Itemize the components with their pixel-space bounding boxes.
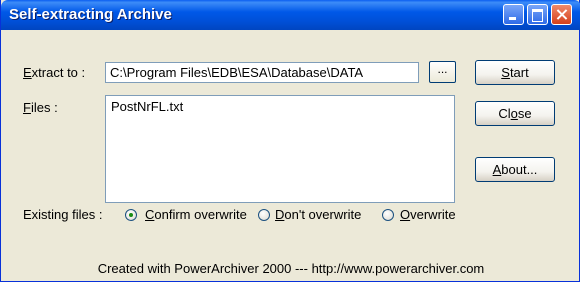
- browse-ellipsis-icon: ...: [437, 62, 448, 76]
- confirm-overwrite-label[interactable]: Confirm overwrite: [145, 207, 247, 222]
- close-window-button[interactable]: [551, 4, 572, 25]
- overwrite-radio[interactable]: [382, 209, 394, 221]
- about-button[interactable]: About...: [475, 157, 555, 182]
- title-bar[interactable]: Self-extracting Archive: [1, 0, 580, 30]
- overwrite-label[interactable]: Overwrite: [400, 207, 456, 222]
- close-button[interactable]: Close: [475, 101, 555, 126]
- list-item[interactable]: PostNrFL.txt: [111, 99, 449, 114]
- dont-overwrite-label[interactable]: Don't overwrite: [275, 207, 361, 222]
- minimize-button[interactable]: [503, 4, 524, 25]
- confirm-overwrite-radio[interactable]: [125, 209, 137, 221]
- window-title: Self-extracting Archive: [9, 6, 172, 23]
- maximize-button[interactable]: [527, 4, 548, 25]
- extract-path-field[interactable]: C:\Program Files\EDB\ESA\Database\DATA: [105, 62, 419, 83]
- self-extracting-archive-window: Self-extracting Archive Extract to : C:\…: [0, 0, 580, 282]
- browse-button[interactable]: ...: [429, 61, 456, 83]
- start-button[interactable]: Start: [475, 60, 555, 85]
- files-list[interactable]: PostNrFL.txt: [105, 95, 455, 203]
- extract-to-label: Extract to :: [23, 65, 86, 80]
- footer-credit: Created with PowerArchiver 2000 --- http…: [97, 261, 485, 276]
- files-label: Files :: [23, 100, 58, 115]
- dont-overwrite-radio[interactable]: [258, 209, 270, 221]
- existing-files-label: Existing files :: [23, 207, 103, 222]
